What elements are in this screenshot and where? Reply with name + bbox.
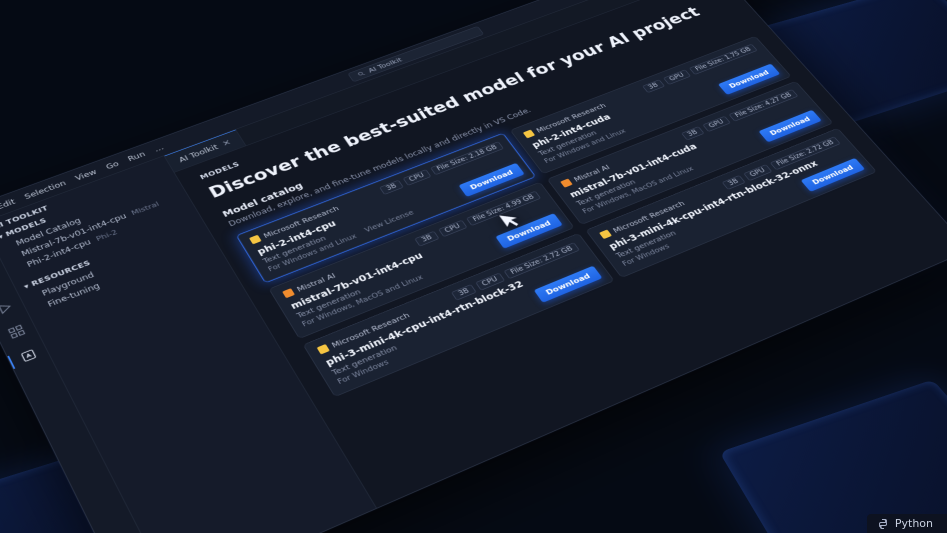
ai-toolkit-icon[interactable] bbox=[16, 346, 40, 365]
menu-run[interactable]: Run bbox=[126, 149, 146, 162]
extensions-icon[interactable] bbox=[4, 322, 27, 341]
publisher-icon bbox=[249, 234, 262, 244]
menu-edit[interactable]: Edit bbox=[0, 197, 16, 210]
python-icon bbox=[877, 518, 889, 530]
publisher-icon bbox=[316, 343, 329, 354]
publisher-icon bbox=[282, 288, 295, 298]
menu-go[interactable]: Go bbox=[104, 159, 120, 170]
chevron-down-icon: ▾ bbox=[0, 232, 4, 240]
status-bar: Python bbox=[867, 514, 947, 533]
chevron-down-icon: ▾ bbox=[22, 281, 30, 290]
menu-view[interactable]: View bbox=[73, 167, 98, 182]
status-python-label[interactable]: Python bbox=[895, 517, 933, 530]
source-control-icon[interactable] bbox=[0, 276, 4, 294]
publisher-icon bbox=[599, 229, 612, 239]
menu-more[interactable]: … bbox=[152, 143, 165, 153]
publisher-icon bbox=[560, 178, 573, 187]
search-icon bbox=[355, 70, 366, 78]
publisher-icon bbox=[522, 129, 534, 138]
close-icon[interactable]: ✕ bbox=[220, 137, 232, 147]
bg-tile bbox=[719, 380, 947, 533]
run-debug-icon[interactable] bbox=[0, 298, 15, 317]
